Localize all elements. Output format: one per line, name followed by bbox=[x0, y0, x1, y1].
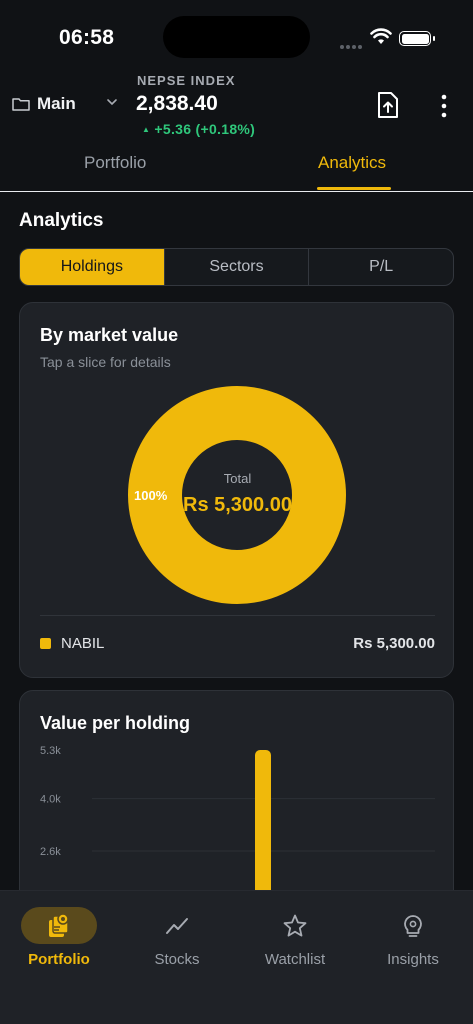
legend-swatch bbox=[40, 638, 51, 649]
more-options-icon[interactable] bbox=[438, 94, 450, 118]
analytics-segmented-control: Holdings Sectors P/L bbox=[19, 248, 454, 286]
main-tabs: Portfolio Analytics bbox=[0, 140, 473, 192]
tab-portfolio[interactable]: Portfolio bbox=[84, 153, 146, 173]
cellular-signal-icon bbox=[340, 36, 364, 54]
nav-watchlist[interactable]: Watchlist bbox=[236, 891, 354, 991]
stocks-chart-icon bbox=[166, 918, 188, 934]
segment-sectors[interactable]: Sectors bbox=[165, 249, 310, 285]
nav-stocks[interactable]: Stocks bbox=[118, 891, 236, 991]
up-arrow-icon: ▲ bbox=[142, 125, 151, 134]
legend-name: NABIL bbox=[61, 635, 105, 652]
chevron-down-icon[interactable] bbox=[106, 98, 118, 106]
star-icon bbox=[283, 914, 307, 937]
index-change-text: +5.36 (+0.18%) bbox=[154, 121, 256, 137]
market-value-card: By market value Tap a slice for details … bbox=[19, 302, 454, 678]
folder-icon bbox=[12, 98, 30, 111]
wifi-icon bbox=[370, 28, 392, 44]
page-title: Analytics bbox=[19, 210, 104, 231]
app-header: Main NEPSE INDEX 2,838.40 ▲ +5.36 (+0.18… bbox=[0, 73, 473, 140]
y-tick-label: 4.0k bbox=[40, 794, 61, 806]
y-tick-label: 5.3k bbox=[40, 745, 61, 757]
segment-pl[interactable]: P/L bbox=[309, 249, 453, 285]
bottom-navigation: Portfolio Stocks Watchlist Insights bbox=[0, 890, 473, 1024]
active-tab-indicator bbox=[317, 187, 391, 190]
donut-total-value: Rs 5,300.00 bbox=[183, 494, 292, 516]
divider bbox=[40, 615, 435, 616]
index-change: ▲ +5.36 (+0.18%) bbox=[142, 121, 255, 137]
tab-analytics[interactable]: Analytics bbox=[318, 153, 386, 173]
y-tick-label: 2.6k bbox=[40, 846, 61, 858]
donut-total-label: Total bbox=[223, 471, 252, 486]
card-title: By market value bbox=[40, 325, 179, 345]
nav-insights[interactable]: Insights bbox=[354, 891, 472, 991]
nav-label: Insights bbox=[387, 951, 439, 968]
segment-holdings[interactable]: Holdings bbox=[20, 249, 165, 285]
portfolio-name: Main bbox=[37, 94, 76, 113]
status-bar: 06:58 bbox=[0, 0, 473, 76]
index-value: 2,838.40 bbox=[136, 92, 218, 115]
nav-label: Portfolio bbox=[28, 951, 90, 968]
lightbulb-brain-icon bbox=[404, 915, 422, 937]
battery-icon bbox=[399, 31, 435, 46]
portfolio-selector[interactable]: Main bbox=[12, 94, 76, 114]
nav-label: Stocks bbox=[154, 951, 200, 968]
status-time: 06:58 bbox=[59, 26, 115, 49]
nav-portfolio[interactable]: Portfolio bbox=[0, 891, 118, 991]
dynamic-island bbox=[163, 16, 310, 58]
card-subtitle: Tap a slice for details bbox=[40, 354, 171, 370]
legend-value: Rs 5,300.00 bbox=[353, 635, 435, 652]
legend-item[interactable]: NABIL Rs 5,300.00 bbox=[40, 634, 435, 654]
index-label: NEPSE INDEX bbox=[137, 73, 236, 88]
nav-label: Watchlist bbox=[264, 951, 326, 968]
export-file-icon[interactable] bbox=[377, 91, 399, 119]
portfolio-icon bbox=[49, 913, 69, 937]
